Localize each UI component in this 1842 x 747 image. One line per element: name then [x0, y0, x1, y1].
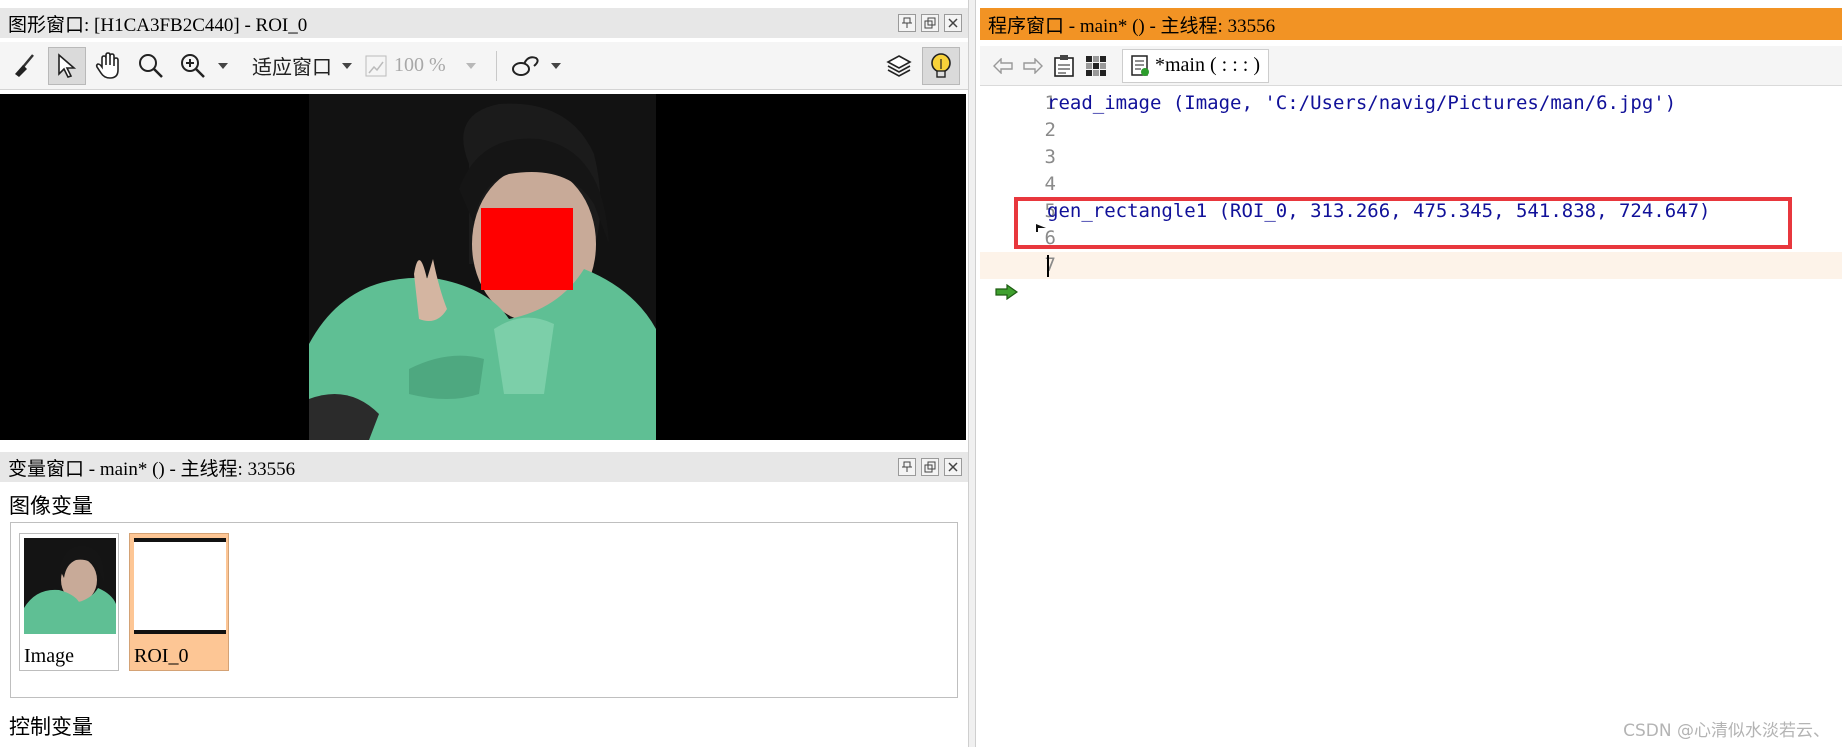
line-number: 3	[1044, 146, 1056, 168]
code-text: read_image (Image, 'C:/Users/navig/Pictu…	[1047, 92, 1677, 114]
fit-dropdown-chevron-icon[interactable]	[342, 62, 352, 69]
line-number: 7	[1044, 254, 1056, 276]
line-number: 4	[1044, 173, 1056, 195]
back-arrow-icon[interactable]	[990, 53, 1016, 79]
restore-icon[interactable]	[921, 14, 939, 32]
lightbulb-icon[interactable]	[922, 46, 960, 85]
shape-dropdown-chevron-icon[interactable]	[550, 62, 561, 69]
clear-broom-icon[interactable]	[6, 47, 44, 85]
program-window-title: 程序窗口 - main* () - 主线程: 33556	[988, 15, 1276, 37]
procedure-selector[interactable]: *main ( : : : )	[1122, 48, 1269, 83]
zoom-in-icon[interactable]	[174, 47, 212, 85]
program-window-titlebar: 程序窗口 - main* () - 主线程: 33556	[980, 8, 1842, 40]
roi-thumbnail	[134, 538, 226, 634]
draw-shape-icon[interactable]	[507, 47, 545, 85]
procedure-icon	[1131, 54, 1149, 76]
var-item-image[interactable]: Image	[19, 533, 119, 671]
graphics-window-title: 图形窗口: [H1CA3FB2C440] - ROI_0	[8, 14, 308, 36]
line-number: 2	[1044, 119, 1056, 141]
pc-arrow-icon	[995, 284, 1019, 300]
clipboard-icon[interactable]	[1050, 52, 1078, 80]
close-icon[interactable]	[944, 14, 962, 32]
pin-icon[interactable]	[898, 14, 916, 32]
forward-arrow-icon[interactable]	[1020, 53, 1046, 79]
procedure-tab-label: *main ( : : : )	[1155, 54, 1260, 76]
program-editor[interactable]: 1 read_image (Image, 'C:/Users/navig/Pic…	[980, 90, 1842, 747]
restore-icon[interactable]	[921, 458, 939, 476]
code-line-current[interactable]: 7	[980, 252, 1842, 279]
zoom-dropdown-chevron-icon[interactable]	[218, 62, 228, 69]
fit-window-select[interactable]: 适应窗口	[252, 51, 332, 80]
code-line[interactable]: 4	[980, 171, 1842, 198]
code-line[interactable]: 1 read_image (Image, 'C:/Users/navig/Pic…	[980, 90, 1842, 117]
close-icon[interactable]	[944, 458, 962, 476]
zoom-percent-icon	[362, 47, 390, 85]
variable-window-titlebar: 变量窗口 - main* () - 主线程: 33556	[0, 452, 968, 482]
var-item-label: Image	[24, 645, 74, 667]
var-item-roi[interactable]: ROI_0	[129, 533, 229, 671]
hand-pan-icon[interactable]	[90, 47, 128, 85]
control-variables-label: 控制变量	[9, 715, 93, 739]
zoom-percent-field[interactable]: 100 %	[394, 54, 446, 77]
watermark-text: CSDN @心清似水淡若云、	[1623, 721, 1830, 741]
iconic-variables-label: 图像变量	[9, 494, 93, 518]
grid-icon[interactable]	[1082, 52, 1110, 80]
roi-rectangle[interactable]	[481, 208, 573, 290]
variable-window-title: 变量窗口 - main* () - 主线程: 33556	[8, 458, 296, 480]
image-thumbnail	[24, 538, 116, 634]
text-caret	[1047, 255, 1049, 277]
iconic-variables-panel: Image ROI_0	[10, 522, 958, 698]
window-splitter[interactable]	[968, 0, 976, 747]
pin-icon[interactable]	[898, 458, 916, 476]
graphics-window-titlebar: 图形窗口: [H1CA3FB2C440] - ROI_0	[0, 8, 968, 38]
program-toolbar: *main ( : : : )	[980, 46, 1842, 86]
highlight-annotation-box	[1014, 197, 1792, 249]
code-line[interactable]: 3	[980, 144, 1842, 171]
layers-icon[interactable]	[880, 47, 918, 85]
magnifier-icon[interactable]	[132, 47, 170, 85]
var-item-label: ROI_0	[134, 645, 189, 667]
toolbar-divider	[495, 50, 497, 81]
graphics-canvas[interactable]	[0, 94, 966, 440]
pointer-icon[interactable]	[48, 46, 86, 85]
graphics-toolbar: 适应窗口 100 %	[0, 42, 968, 90]
code-line[interactable]: 2	[980, 117, 1842, 144]
zoom-percent-chevron-icon[interactable]	[465, 62, 476, 69]
